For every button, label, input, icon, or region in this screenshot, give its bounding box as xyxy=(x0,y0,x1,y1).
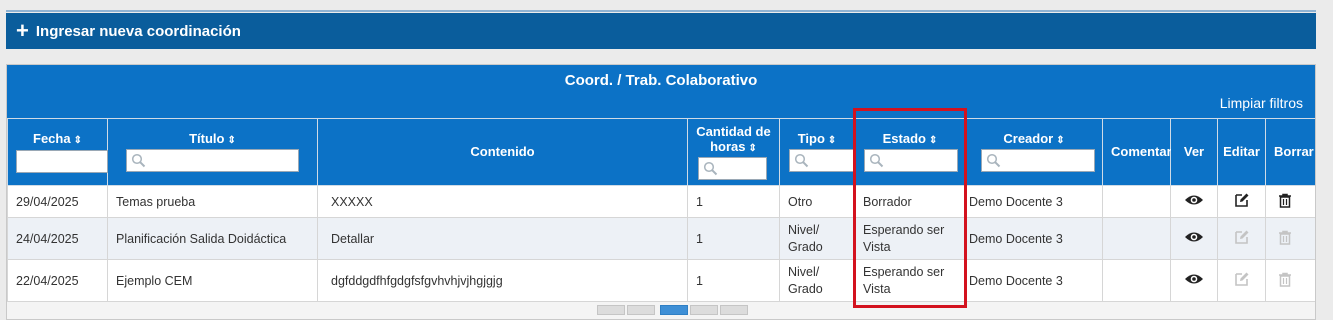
edit-icon xyxy=(1234,272,1248,286)
column-ver: Ver xyxy=(1170,118,1218,186)
cell-horas: 1 xyxy=(687,217,780,260)
filter-horas-input[interactable] xyxy=(698,157,767,180)
table-row: 29/04/2025 Temas prueba XXXXX 1 Otro Bor… xyxy=(7,185,1315,218)
cell-creador: Demo Docente 3 xyxy=(965,185,1103,218)
edit-button-disabled xyxy=(1217,217,1266,260)
cell-contenido: XXXXX xyxy=(317,185,688,218)
coordination-panel: Coord. / Trab. Colaborativo Limpiar filt… xyxy=(6,64,1316,320)
delete-button-disabled xyxy=(1265,217,1315,260)
cell-comentarios xyxy=(1102,259,1171,302)
column-tipo[interactable]: Tipo ⇕ xyxy=(779,118,855,186)
column-creador-label: Creador xyxy=(1003,131,1054,146)
clear-filters-link[interactable]: Limpiar filtros xyxy=(1220,95,1303,111)
search-icon xyxy=(794,153,809,168)
edit-button[interactable] xyxy=(1217,185,1266,218)
search-icon xyxy=(703,161,718,176)
column-creador[interactable]: Creador ⇕ xyxy=(965,118,1103,186)
cell-fecha: 22/04/2025 xyxy=(7,259,108,302)
column-fecha-label: Fecha xyxy=(33,131,71,146)
cell-comentarios xyxy=(1102,185,1171,218)
column-editar-label: Editar xyxy=(1223,144,1260,159)
column-comentarios: Comentar xyxy=(1102,118,1172,186)
panel-header: Coord. / Trab. Colaborativo Limpiar filt… xyxy=(7,65,1315,119)
cell-tipo: Otro xyxy=(779,185,855,218)
column-editar: Editar xyxy=(1217,118,1266,186)
top-divider xyxy=(6,10,1316,12)
pager-next[interactable] xyxy=(690,305,718,315)
new-coordination-button[interactable]: + Ingresar nueva coordinación xyxy=(6,13,1316,49)
search-icon xyxy=(986,153,1001,168)
column-borrar-label: Borrar xyxy=(1274,144,1314,159)
edit-icon xyxy=(1234,193,1248,207)
cell-tipo: Nivel/ Grado xyxy=(779,217,855,260)
pager-current[interactable] xyxy=(660,305,688,315)
cell-fecha: 29/04/2025 xyxy=(7,185,108,218)
view-button[interactable] xyxy=(1170,259,1218,302)
estado-highlight-box xyxy=(853,108,967,308)
column-titulo-label: Título xyxy=(189,131,225,146)
cell-titulo: Ejemplo CEM xyxy=(107,259,318,302)
column-tipo-label: Tipo xyxy=(797,131,825,146)
delete-button[interactable] xyxy=(1265,185,1315,218)
cell-creador: Demo Docente 3 xyxy=(965,259,1103,302)
trash-icon xyxy=(1279,272,1291,287)
table-row: 24/04/2025 Planificación Salida Doidácti… xyxy=(7,217,1315,260)
filter-titulo-input[interactable] xyxy=(126,149,299,172)
cell-horas: 1 xyxy=(687,185,780,218)
column-horas[interactable]: Cantidad de horas ⇕ xyxy=(687,118,780,186)
panel-title: Coord. / Trab. Colaborativo xyxy=(564,72,758,89)
pager-prev[interactable] xyxy=(627,305,655,315)
cell-comentarios xyxy=(1102,217,1171,260)
coordination-table: Fecha ⇕ Título ⇕ Contenido Cantidad de hor… xyxy=(7,118,1315,302)
edit-button-disabled xyxy=(1217,259,1266,302)
cell-tipo: Nivel/ Grado xyxy=(779,259,855,302)
delete-button-disabled xyxy=(1265,259,1315,302)
sort-icon: ⇕ xyxy=(227,135,236,146)
search-icon xyxy=(131,153,146,168)
cell-fecha: 24/04/2025 xyxy=(7,217,108,260)
sort-icon: ⇕ xyxy=(748,143,757,154)
column-fecha[interactable]: Fecha ⇕ xyxy=(7,118,108,186)
cell-horas: 1 xyxy=(687,259,780,302)
eye-icon xyxy=(1185,274,1203,284)
column-horas-label: Cantidad de horas xyxy=(696,124,771,154)
filter-fecha-input[interactable] xyxy=(16,150,108,173)
cell-contenido: dgfddgdfhfgdgfsfgvhvhjvjhgjgjg xyxy=(317,259,688,302)
pager-first[interactable] xyxy=(597,305,625,315)
table-row: 22/04/2025 Ejemplo CEM dgfddgdfhfgdgfsfg… xyxy=(7,259,1315,302)
new-coordination-label: Ingresar nueva coordinación xyxy=(35,22,241,40)
view-button[interactable] xyxy=(1170,185,1218,218)
sort-icon: ⇕ xyxy=(1056,135,1065,146)
sort-icon: ⇕ xyxy=(73,135,82,146)
pager-last[interactable] xyxy=(720,305,748,315)
column-contenido-label: Contenido xyxy=(470,144,535,159)
column-comentarios-label: Comentar xyxy=(1111,144,1172,159)
column-contenido: Contenido xyxy=(317,118,688,186)
column-titulo[interactable]: Título ⇕ xyxy=(107,118,318,186)
eye-icon xyxy=(1185,232,1203,242)
eye-icon xyxy=(1185,195,1203,205)
plus-icon: + xyxy=(16,18,29,43)
trash-icon xyxy=(1279,193,1291,208)
column-borrar: Borrar xyxy=(1265,118,1315,186)
column-ver-label: Ver xyxy=(1183,144,1205,159)
view-button[interactable] xyxy=(1170,217,1218,260)
edit-icon xyxy=(1234,230,1248,244)
cell-titulo: Planificación Salida Doidáctica xyxy=(107,217,318,260)
cell-contenido: Detallar xyxy=(317,217,688,260)
filter-tipo-input[interactable] xyxy=(789,149,855,172)
filter-creador-input[interactable] xyxy=(981,149,1095,172)
trash-icon xyxy=(1279,230,1291,245)
cell-creador: Demo Docente 3 xyxy=(965,217,1103,260)
sort-icon: ⇕ xyxy=(827,135,837,146)
cell-titulo: Temas prueba xyxy=(107,185,318,218)
